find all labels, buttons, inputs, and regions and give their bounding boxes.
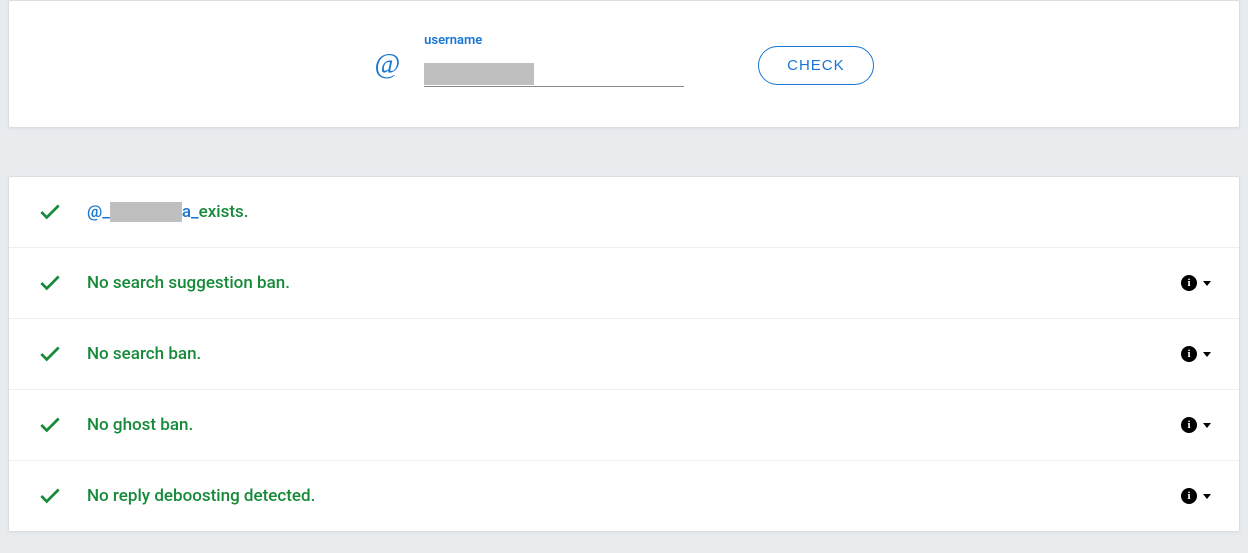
result-row: No search suggestion ban. i xyxy=(9,248,1239,319)
user-handle-link[interactable]: @_ a_ xyxy=(87,202,199,222)
result-text: No search ban. xyxy=(87,344,1181,364)
exists-text: @_ a_ exists. xyxy=(87,202,1211,222)
info-icon: i xyxy=(1181,417,1197,433)
username-field-wrap: username xyxy=(424,33,684,87)
check-icon xyxy=(37,270,63,296)
info-icon: i xyxy=(1181,346,1197,362)
info-icon: i xyxy=(1181,488,1197,504)
handle-prefix: @_ xyxy=(87,202,110,222)
result-text: No ghost ban. xyxy=(87,415,1181,435)
chevron-down-icon xyxy=(1203,281,1211,286)
check-icon xyxy=(37,483,63,509)
result-row: No reply deboosting detected. i xyxy=(9,461,1239,531)
result-row-exists: @_ a_ exists. xyxy=(9,177,1239,248)
info-icon: i xyxy=(1181,275,1197,291)
check-button[interactable]: CHECK xyxy=(758,46,874,85)
chevron-down-icon xyxy=(1203,423,1211,428)
check-icon xyxy=(37,412,63,438)
result-text: No reply deboosting detected. xyxy=(87,486,1181,506)
chevron-down-icon xyxy=(1203,352,1211,357)
info-toggle[interactable]: i xyxy=(1181,417,1211,433)
check-icon xyxy=(37,341,63,367)
handle-suffix: a_ xyxy=(182,202,199,222)
result-row: No ghost ban. i xyxy=(9,390,1239,461)
username-label: username xyxy=(424,33,684,48)
info-toggle[interactable]: i xyxy=(1181,346,1211,362)
exists-tail: exists. xyxy=(199,202,249,222)
chevron-down-icon xyxy=(1203,494,1211,499)
at-icon: @ xyxy=(374,49,400,81)
check-icon xyxy=(37,199,63,225)
info-toggle[interactable]: i xyxy=(1181,488,1211,504)
results-panel: @_ a_ exists. No search suggestion ban. … xyxy=(8,176,1240,532)
result-row: No search ban. i xyxy=(9,319,1239,390)
username-input[interactable] xyxy=(424,58,684,87)
username-check-panel: @ username CHECK xyxy=(8,0,1240,128)
result-text: No search suggestion ban. xyxy=(87,273,1181,293)
redacted-handle xyxy=(110,202,182,222)
info-toggle[interactable]: i xyxy=(1181,275,1211,291)
